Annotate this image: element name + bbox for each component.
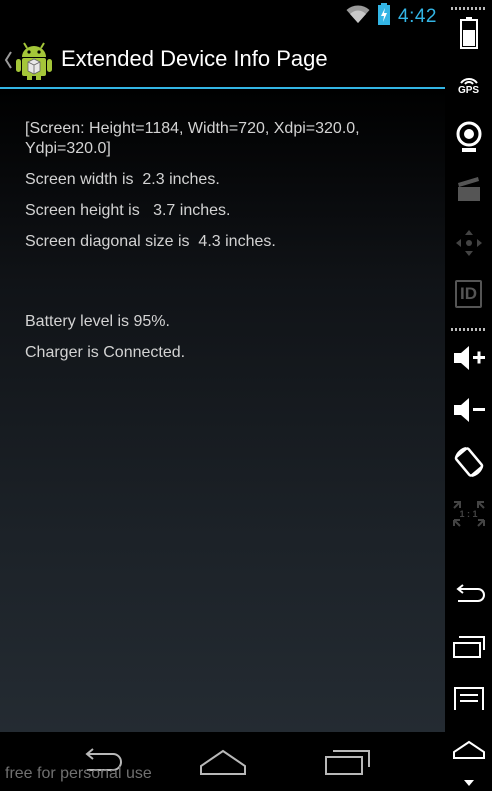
panel-divider xyxy=(451,7,486,10)
video-icon[interactable] xyxy=(445,172,492,206)
home-icon[interactable] xyxy=(445,738,492,762)
device-screen: 4:42 Extended Device Info Page [Screen: … xyxy=(0,0,445,791)
wifi-icon xyxy=(346,4,370,29)
action-bar: Extended Device Info Page xyxy=(0,33,445,89)
battery-icon[interactable] xyxy=(445,15,492,51)
watermark-text: free for personal use xyxy=(5,765,152,782)
battery-charging-icon xyxy=(377,3,391,30)
battery-level-text: Battery level is 95%. xyxy=(25,313,170,330)
screen-diagonal-text: Screen diagonal size is 4.3 inches. xyxy=(25,233,276,250)
rotate-icon[interactable] xyxy=(445,444,492,480)
scroll-down-icon[interactable] xyxy=(445,776,492,790)
back-icon[interactable] xyxy=(445,578,492,612)
screen-info-text: [Screen: Height=1184, Width=720, Xdpi=32… xyxy=(25,120,360,157)
home-icon[interactable] xyxy=(199,748,247,781)
emulator-controls-panel: GPS ID 1: 1 xyxy=(445,0,492,791)
up-caret-icon[interactable] xyxy=(3,48,13,72)
screen-height-text: Screen height is 3.7 inches. xyxy=(25,202,231,219)
panel-divider xyxy=(451,328,486,331)
volume-up-icon[interactable] xyxy=(445,340,492,376)
android-robot-icon[interactable] xyxy=(14,40,54,80)
scale-label: 1 : 1 xyxy=(459,509,478,519)
content-area: [Screen: Height=1184, Width=720, Xdpi=32… xyxy=(0,89,445,732)
volume-down-icon[interactable] xyxy=(445,392,492,428)
charger-status-text: Charger is Connected. xyxy=(25,344,186,361)
status-bar: 4:42 xyxy=(0,0,445,33)
page-title: Extended Device Info Page xyxy=(61,46,328,71)
camera-icon[interactable] xyxy=(445,120,492,156)
clock: 4:42 xyxy=(398,5,437,27)
dpad-icon[interactable] xyxy=(445,225,492,261)
id-icon[interactable]: ID xyxy=(445,277,492,311)
recents-icon[interactable] xyxy=(323,748,371,781)
scale-icon[interactable]: 1 : 1 xyxy=(445,494,492,534)
gps-label: GPS xyxy=(457,85,480,96)
gps-icon[interactable]: GPS xyxy=(445,70,492,100)
recents-icon[interactable] xyxy=(445,630,492,664)
menu-icon[interactable] xyxy=(445,686,492,710)
screen-width-text: Screen width is 2.3 inches. xyxy=(25,171,220,188)
